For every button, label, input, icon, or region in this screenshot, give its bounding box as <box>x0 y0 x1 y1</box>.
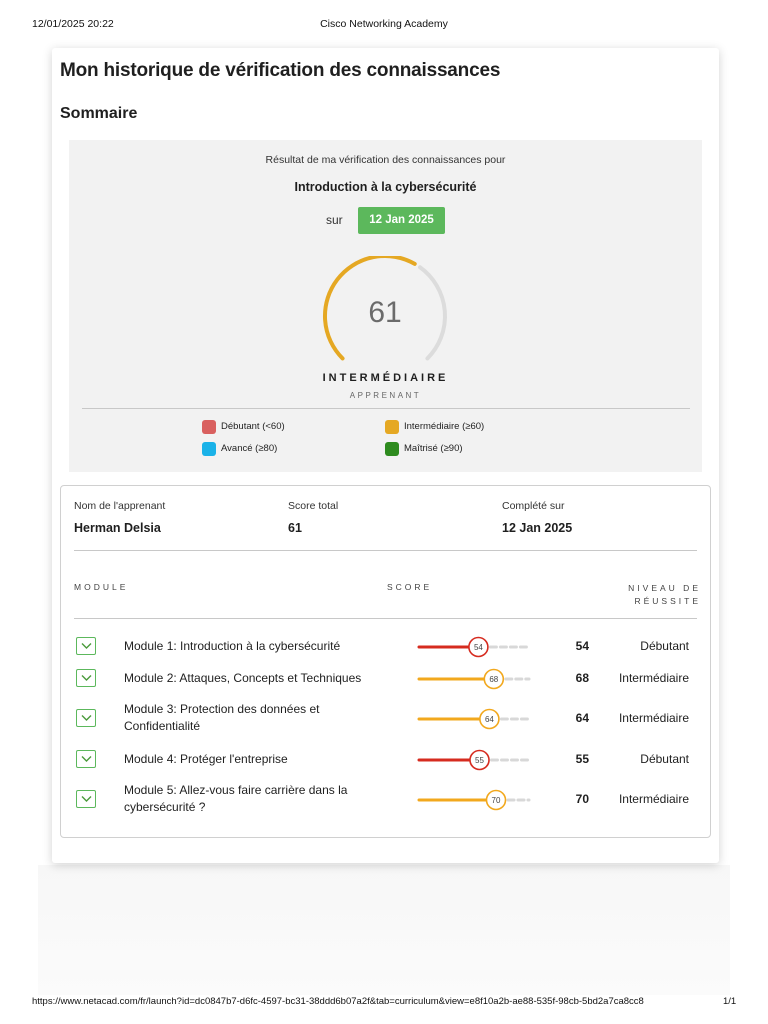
level-label: INTERMÉDIAIRE <box>322 372 449 384</box>
date-badge: 12 Jan 2025 <box>358 207 445 234</box>
summary-intro: Résultat de ma vérification des connaiss… <box>265 154 506 166</box>
gauge-score: 61 <box>368 296 402 329</box>
legend-swatch <box>202 420 216 434</box>
module-name: Module 2: Attaques, Concepts et Techniqu… <box>124 671 362 685</box>
chevron-down-icon <box>81 643 92 649</box>
page-title: Mon historique de vérification des conna… <box>60 60 501 81</box>
legend-swatch <box>202 442 216 456</box>
learner-name: Herman Delsia <box>74 521 161 535</box>
knowledge-check-card: Mon historique de vérification des conna… <box>52 48 719 863</box>
learner-name-label: Nom de l'apprenant <box>74 500 166 512</box>
score-bar: 68 <box>417 668 531 690</box>
print-header: 12/01/2025 20:22 Cisco Networking Academ… <box>0 18 768 32</box>
score-bar: 55 <box>417 749 529 771</box>
table-header-divider <box>74 618 697 619</box>
score-bar: 54 <box>417 636 528 658</box>
chevron-down-icon <box>81 796 92 802</box>
page-url: https://www.netacad.com/fr/launch?id=dc0… <box>32 996 644 1007</box>
total-score: 61 <box>288 521 302 535</box>
module-level: Intermédiaire <box>618 671 689 685</box>
bar-value-label: 64 <box>485 715 494 724</box>
level-sublabel: APPRENANT <box>349 391 422 400</box>
bar-value-label: 68 <box>489 675 498 684</box>
results-details: Nom de l'apprenant Herman Delsia Score t… <box>60 485 711 838</box>
module-score: 55 <box>575 752 589 766</box>
legend-label: Débutant (<60) <box>221 421 285 432</box>
module-score: 70 <box>575 792 589 806</box>
module-level: Débutant <box>640 752 689 766</box>
column-header-level: NIVEAU DE RÉUSSITE <box>601 582 701 608</box>
chevron-down-icon <box>81 715 92 721</box>
summary-panel: Résultat de ma vérification des connaiss… <box>69 140 702 472</box>
legend-label: Intermédiaire (≥60) <box>404 421 485 432</box>
module-level: Débutant <box>640 639 689 653</box>
bar-value-label: 55 <box>475 756 484 765</box>
expand-button[interactable] <box>76 750 96 768</box>
legend-swatch <box>385 442 399 456</box>
total-score-label: Score total <box>288 500 339 512</box>
legend-label: Avancé (≥80) <box>221 443 278 454</box>
column-header-level-line2: RÉUSSITE <box>634 596 701 606</box>
summary-heading: Sommaire <box>60 105 138 122</box>
expand-button[interactable] <box>76 709 96 727</box>
legend-label: Maîtrisé (≥90) <box>404 443 463 454</box>
module-level: Intermédiaire <box>618 792 689 806</box>
column-header-module: MODULE <box>74 582 129 592</box>
bar-value-label: 70 <box>492 796 501 805</box>
score-bar: 70 <box>417 789 531 811</box>
chevron-down-icon <box>81 675 92 681</box>
summary-divider <box>82 408 690 409</box>
expand-button[interactable] <box>76 790 96 808</box>
bar-value-label: 54 <box>474 643 483 652</box>
legend-swatch <box>385 420 399 434</box>
module-level: Intermédiaire <box>618 711 689 725</box>
module-name: Module 4: Protéger l'entreprise <box>124 752 288 766</box>
expand-button[interactable] <box>76 637 96 655</box>
completed-label: Complété sur <box>502 500 565 512</box>
date-prefix: sur <box>326 213 343 227</box>
details-divider <box>74 550 697 551</box>
page-number: 1/1 <box>723 996 737 1007</box>
module-score: 64 <box>575 711 589 725</box>
module-name: Module 3: Protection des données et Conf… <box>124 702 320 733</box>
completed-date: 12 Jan 2025 <box>502 521 573 535</box>
column-header-level-line1: NIVEAU DE <box>628 583 701 593</box>
module-score: 68 <box>575 671 589 685</box>
score-gauge: 61 <box>318 253 452 368</box>
module-name: Module 1: Introduction à la cybersécurit… <box>124 639 341 653</box>
print-title: Cisco Networking Academy <box>320 18 448 30</box>
course-title: Introduction à la cybersécurité <box>294 180 477 194</box>
expand-button[interactable] <box>76 669 96 687</box>
column-header-score: SCORE <box>387 582 433 592</box>
module-name: Module 5: Allez-vous faire carrière dans… <box>124 783 348 814</box>
page-background <box>38 865 730 995</box>
module-score: 54 <box>575 639 589 653</box>
chevron-down-icon <box>81 756 92 762</box>
score-bar: 64 <box>417 708 529 730</box>
